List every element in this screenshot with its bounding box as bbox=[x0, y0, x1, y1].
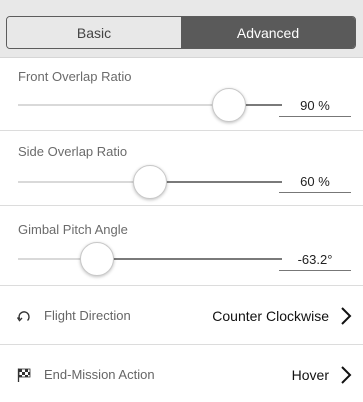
front-overlap-value[interactable]: 90 % bbox=[279, 98, 351, 117]
side-overlap-title: Side Overlap Ratio bbox=[18, 144, 128, 159]
gimbal-pitch-slider-thumb[interactable] bbox=[80, 242, 115, 276]
end-mission-value: Hover bbox=[291, 366, 329, 383]
side-overlap-slider-fill bbox=[18, 181, 150, 183]
gimbal-pitch-section: Gimbal Pitch Angle -63.2° bbox=[0, 206, 363, 286]
end-mission-label: End-Mission Action bbox=[44, 367, 155, 382]
flight-direction-row[interactable]: Flight Direction Counter Clockwise bbox=[0, 287, 363, 345]
gimbal-pitch-slider-track[interactable] bbox=[18, 258, 282, 260]
checkered-flag-icon bbox=[16, 367, 32, 383]
side-overlap-value[interactable]: 60 % bbox=[279, 174, 351, 193]
chevron-right-icon bbox=[341, 306, 352, 325]
flight-direction-value: Counter Clockwise bbox=[212, 307, 329, 324]
rotate-icon bbox=[16, 308, 32, 324]
end-mission-row[interactable]: End-Mission Action Hover bbox=[0, 346, 363, 402]
front-overlap-title: Front Overlap Ratio bbox=[18, 69, 132, 84]
tab-advanced[interactable]: Advanced bbox=[181, 17, 355, 48]
side-overlap-slider-rest bbox=[150, 181, 282, 183]
tab-basic[interactable]: Basic bbox=[7, 17, 181, 48]
gimbal-pitch-value[interactable]: -63.2° bbox=[279, 252, 351, 271]
front-overlap-section: Front Overlap Ratio 90 % bbox=[0, 58, 363, 131]
gimbal-pitch-title: Gimbal Pitch Angle bbox=[18, 222, 128, 237]
front-overlap-slider-thumb[interactable] bbox=[212, 88, 247, 122]
chevron-right-icon bbox=[341, 365, 352, 384]
side-overlap-section: Side Overlap Ratio 60 % bbox=[0, 131, 363, 206]
mode-tab-bar: Basic Advanced bbox=[0, 0, 363, 58]
gimbal-pitch-slider-rest bbox=[97, 258, 282, 260]
flight-direction-label: Flight Direction bbox=[44, 308, 131, 323]
front-overlap-slider-fill bbox=[18, 104, 230, 106]
side-overlap-slider-thumb[interactable] bbox=[133, 165, 167, 199]
mode-segmented-control: Basic Advanced bbox=[6, 16, 356, 49]
